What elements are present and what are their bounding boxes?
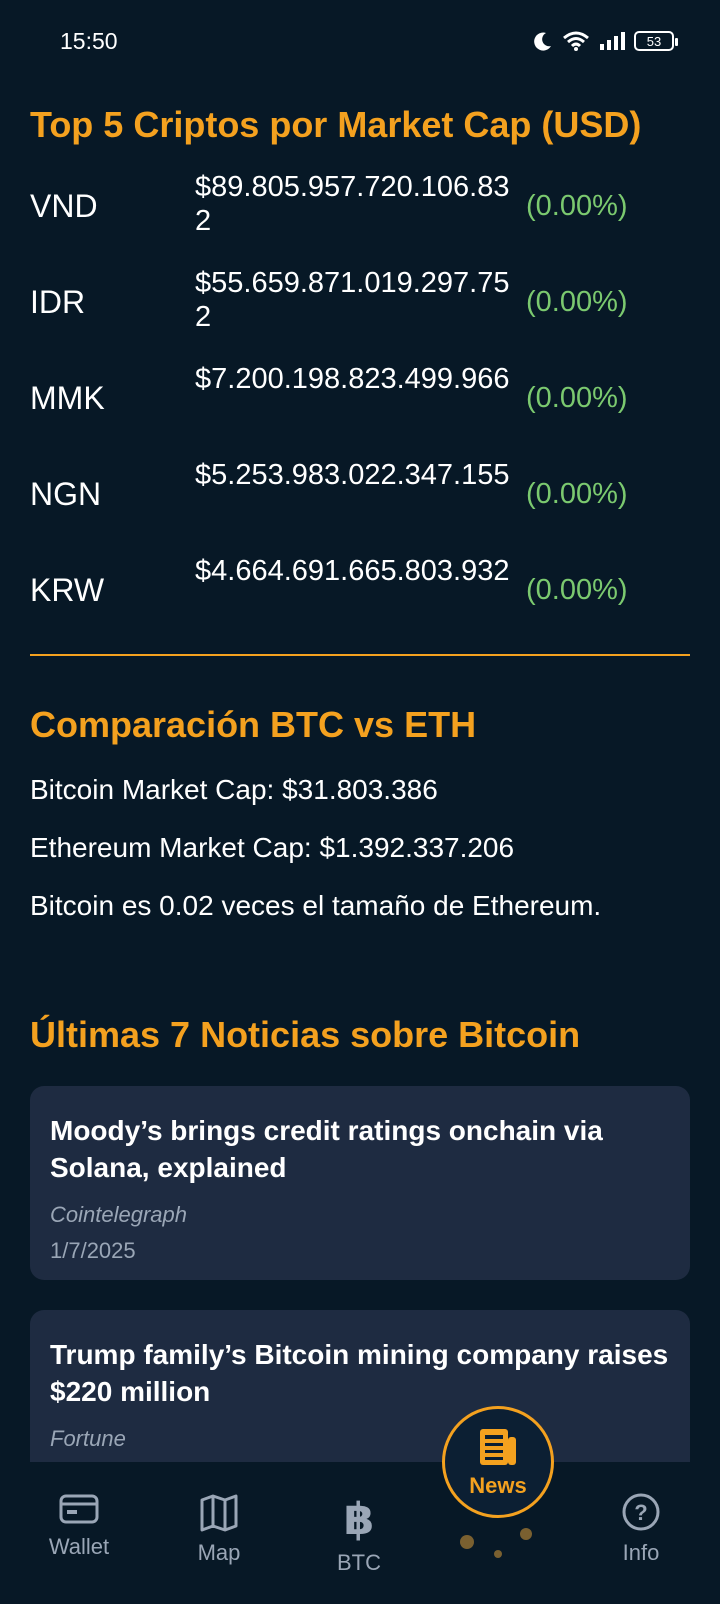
nav-wallet[interactable]: Wallet [24,1492,134,1560]
crypto-code: NGN [30,475,102,512]
bitcoin-icon: ฿ [344,1494,375,1542]
nav-news-label: News [469,1473,527,1498]
crypto-code: VND [30,187,98,224]
crypto-change: (0.00%) [526,381,628,414]
news-source: Cointelegraph [50,1202,187,1227]
crypto-code: IDR [30,283,86,320]
crypto-row: IDR $55.659.871.019.297.752 (0.00%) [30,267,690,368]
nav-wallet-label: Wallet [48,1534,110,1559]
signal-icon [600,32,625,50]
top5-title: Top 5 Criptos por Market Cap (USD) [30,104,642,145]
status-icons: 53 [532,28,678,54]
crypto-market-cap: $5.253.983.022.347.155 [195,459,510,491]
btc-market-cap: Bitcoin Market Cap: $31.803.386 [30,774,438,805]
crypto-change: (0.00%) [526,189,628,222]
news-title: Últimas 7 Noticias sobre Bitcoin [30,1014,581,1055]
nav-btc-label: BTC [337,1550,381,1575]
news-card[interactable]: Moody’s brings credit ratings onchain vi… [30,1086,690,1280]
crypto-row: MMK $7.200.198.823.499.966 (0.00%) [30,363,690,464]
crypto-market-cap: $4.664.691.665.803.932 [195,555,510,587]
news-date: 1/7/2025 [50,1238,136,1263]
battery-icon: 53 [634,31,678,51]
btc-eth-ratio: Bitcoin es 0.02 veces el tamaño de Ether… [30,890,602,921]
decor-dot [460,1535,474,1549]
crypto-market-cap: $7.200.198.823.499.966 [195,363,510,395]
nav-info[interactable]: ? Info [586,1492,696,1566]
crypto-change: (0.00%) [526,477,628,510]
help-icon: ? [622,1493,660,1531]
battery-level: 53 [646,33,662,49]
crypto-code: MMK [30,379,105,416]
crypto-row: NGN $5.253.983.022.347.155 (0.00%) [30,459,690,560]
crypto-change: (0.00%) [526,285,628,318]
crypto-code: KRW [30,571,105,608]
status-bar: 15:50 53 [0,0,720,84]
eth-market-cap: Ethereum Market Cap: $1.392.337.206 [30,832,515,863]
svg-text:฿: ฿ [344,1494,375,1542]
decor-dot [520,1528,532,1540]
newspaper-icon [480,1429,516,1465]
nav-news[interactable]: News [442,1406,554,1518]
crypto-row: KRW $4.664.691.665.803.932 (0.00%) [30,555,690,656]
nav-map-label: Map [197,1540,241,1565]
crypto-row: VND $89.805.957.720.106.832 (0.00%) [30,171,690,272]
status-time: 15:50 [60,28,118,54]
crypto-change: (0.00%) [526,573,628,606]
wallet-icon [59,1494,99,1524]
wifi-icon [563,31,589,51]
comparison-title: Comparación BTC vs ETH [30,704,477,745]
nav-map[interactable]: Map [164,1492,274,1566]
bottom-nav: Wallet Map ฿ BTC ? Info [0,1462,720,1604]
section-divider [30,654,690,656]
svg-text:?: ? [634,1500,647,1525]
crypto-market-cap: $89.805.957.720.106.832 [195,171,510,237]
crypto-market-cap: $55.659.871.019.297.752 [195,267,510,333]
news-source: Fortune [50,1426,126,1451]
nav-btc[interactable]: ฿ BTC [304,1494,414,1576]
moon-icon [534,32,551,51]
nav-info-label: Info [622,1540,660,1565]
news-headline: Moody’s brings credit ratings onchain vi… [50,1115,603,1183]
news-headline: Trump family’s Bitcoin mining company ra… [50,1339,669,1407]
decor-dot [494,1550,502,1558]
map-icon [200,1494,238,1532]
